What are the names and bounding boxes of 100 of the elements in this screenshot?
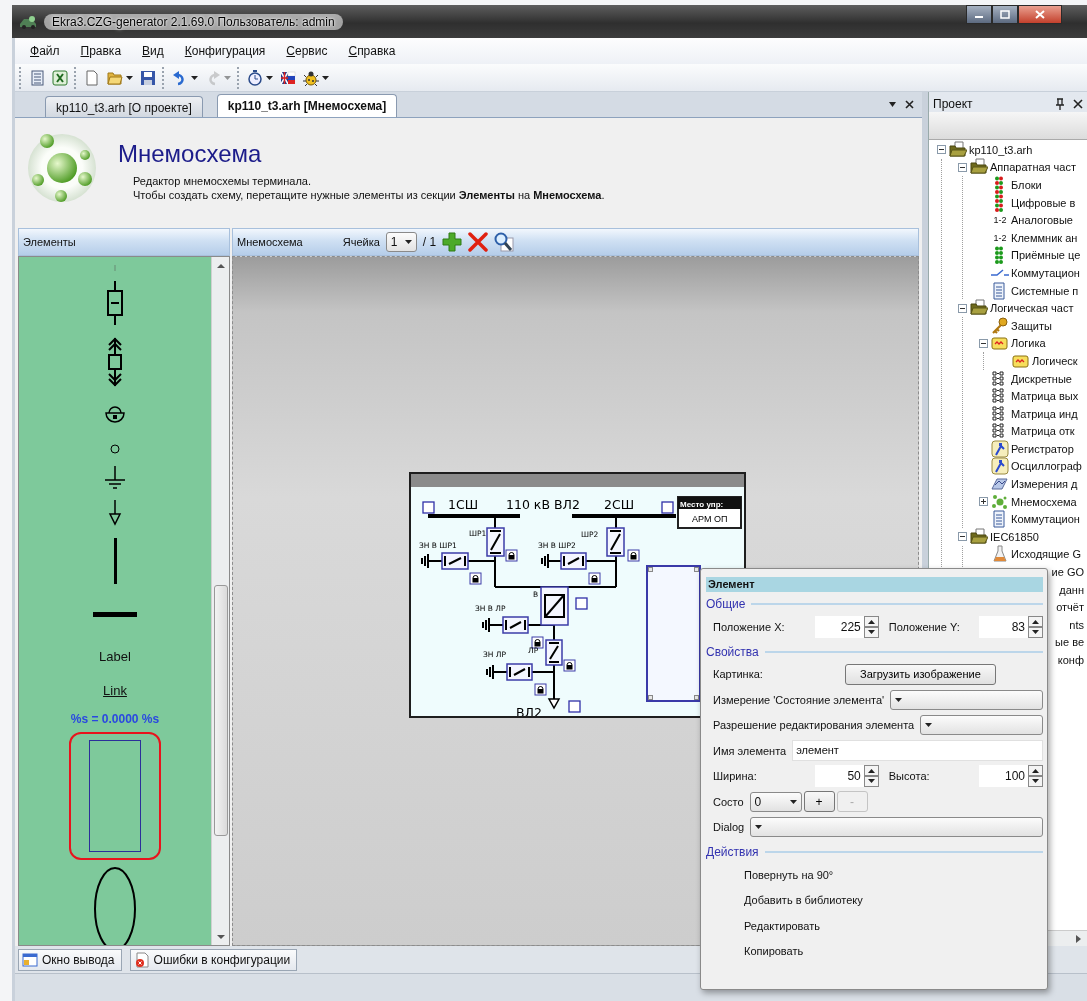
tree-item[interactable]: kp110_t3.arh	[949, 141, 1033, 159]
flag-icon	[280, 69, 296, 86]
magnifier-icon[interactable]	[494, 232, 515, 252]
field-label: Dialog	[713, 821, 745, 834]
tree-item[interactable]: Измерения д	[991, 475, 1078, 493]
tree-item[interactable]: Аппаратная част	[970, 158, 1076, 177]
tree-item[interactable]: Логика	[991, 334, 1046, 353]
recorder-icon	[991, 439, 1009, 458]
element-item[interactable]	[92, 865, 138, 945]
section-title: Свойства	[706, 644, 759, 659]
tree-item[interactable]: Защиты	[991, 316, 1052, 335]
bug-icon	[303, 69, 319, 86]
close-icon[interactable]	[905, 100, 914, 109]
element-value-label[interactable]: %s = 0.0000 %s	[68, 710, 162, 728]
action-link[interactable]: Добавить в библиотеку	[713, 894, 863, 907]
dropdown-field[interactable]: 1	[385, 232, 417, 252]
minimize-button[interactable]	[966, 5, 992, 24]
dropdown-field[interactable]	[920, 715, 1043, 736]
collapse-icon[interactable]	[958, 303, 967, 313]
section-title: Действия	[706, 845, 759, 859]
spinner-icon	[863, 765, 879, 788]
tree-item[interactable]: отчёт	[1056, 601, 1084, 614]
collapse-icon[interactable]	[937, 145, 946, 155]
scrollbar[interactable]	[211, 257, 229, 945]
element-item[interactable]	[69, 732, 161, 860]
document-tab[interactable]: kp110_t3.arh [О проекте]	[45, 96, 203, 117]
tree-item[interactable]: Цифровые в	[991, 193, 1076, 212]
tree-item[interactable]: Логическая част	[970, 299, 1074, 317]
delete-icon[interactable]	[468, 232, 489, 252]
field-label: Картинка:	[713, 668, 764, 681]
action-link[interactable]: Редактировать	[713, 919, 820, 932]
load-image-button[interactable]: Загрузить изображение	[845, 663, 996, 685]
folder-icon	[107, 69, 123, 86]
tree-item[interactable]: 1-2 Клеммник ан	[991, 228, 1078, 247]
element-item[interactable]	[108, 442, 122, 456]
tree-item[interactable]: Регистратор	[991, 440, 1074, 458]
menu-item[interactable]: Сервис	[286, 44, 328, 58]
tree-item[interactable]: 1-2 Аналоговые	[991, 211, 1073, 229]
add-icon[interactable]	[442, 232, 463, 252]
tree-item[interactable]: Матрица отк	[991, 422, 1075, 441]
double-arrow-switch-icon	[105, 336, 125, 388]
element-item[interactable]	[91, 609, 139, 619]
tree-item[interactable]: Матрица инд	[991, 404, 1078, 423]
tree-item[interactable]: Мнемосхема	[991, 492, 1077, 511]
horizontal-bar-icon	[93, 611, 137, 617]
tree-item[interactable]: Приёмные це	[991, 246, 1081, 265]
menu-item[interactable]: Правка	[80, 44, 122, 58]
dropdown-field[interactable]	[750, 817, 1043, 838]
tree-item[interactable]: ие GO	[1051, 566, 1084, 579]
window-icon	[22, 951, 38, 968]
number-field[interactable]: 100	[979, 765, 1043, 788]
menu-item[interactable]: Вид	[142, 44, 164, 58]
dropdown-field[interactable]: 0	[749, 791, 802, 812]
element-item[interactable]	[106, 498, 124, 528]
page-title: Мнемосхема	[118, 140, 263, 168]
close-icon[interactable]	[1073, 98, 1083, 109]
number-field[interactable]: 225	[814, 615, 879, 638]
number-field[interactable]: 50	[814, 765, 879, 788]
notebook-icon	[29, 69, 45, 86]
element-label[interactable]: Label	[97, 646, 133, 666]
document-tab[interactable]: kp110_t3.arh [Мнемосхема]	[216, 94, 398, 117]
tree-item[interactable]: Матрица вых	[991, 387, 1079, 405]
tree-item[interactable]: IEC61850	[970, 528, 1039, 546]
selected-element-frame[interactable]	[646, 565, 701, 702]
collapse-icon[interactable]	[979, 338, 988, 348]
tree-item[interactable]: Системные п	[991, 281, 1079, 300]
pin-icon[interactable]	[1055, 97, 1065, 110]
number-field[interactable]: 83	[979, 615, 1043, 638]
tree-item[interactable]: ые ве	[1055, 636, 1084, 649]
scrollbar-thumb[interactable]	[213, 584, 228, 837]
tree-item[interactable]: конф	[1057, 654, 1084, 666]
tree-item[interactable]: Коммутацион	[991, 264, 1080, 282]
tree-item[interactable]: Дискретные	[991, 369, 1072, 388]
action-link[interactable]: Повернуть на 90°	[713, 868, 834, 881]
field-label: Положение Y:	[888, 620, 961, 633]
dropdown-field[interactable]	[890, 689, 1043, 710]
tree-item[interactable]: Блоки	[991, 176, 1042, 194]
panel-tab[interactable]: Ошибки в конфигурации	[129, 948, 298, 971]
collapse-icon[interactable]	[958, 162, 967, 172]
menu-item[interactable]: Конфигурация	[184, 44, 266, 58]
action-link[interactable]: Копировать	[713, 945, 804, 958]
expand-icon[interactable]	[979, 497, 988, 507]
maximize-button[interactable]	[992, 5, 1018, 24]
tree-item[interactable]: Логическ	[1012, 352, 1078, 370]
add-state-button[interactable]: +	[803, 791, 835, 813]
menu-item[interactable]: Файл	[30, 44, 60, 58]
tree-item[interactable]: nts	[1069, 618, 1084, 631]
text-field[interactable]: элемент	[792, 740, 1043, 762]
tree-item[interactable]: Осциллограф	[991, 457, 1082, 476]
collapse-icon[interactable]	[958, 532, 967, 542]
panel-tab[interactable]: Окно вывода	[18, 948, 122, 971]
folder-icon	[970, 158, 988, 177]
close-button[interactable]	[1018, 5, 1062, 24]
dropdown-icon[interactable]	[888, 100, 897, 109]
tree-item[interactable]: Исходящие G	[991, 545, 1081, 564]
menu-item[interactable]: Справка	[348, 44, 396, 58]
element-link[interactable]: Link	[101, 680, 129, 700]
caret-icon	[126, 75, 133, 80]
tree-item[interactable]: данн	[1059, 583, 1084, 596]
tree-item[interactable]: Коммутацион	[991, 510, 1080, 529]
